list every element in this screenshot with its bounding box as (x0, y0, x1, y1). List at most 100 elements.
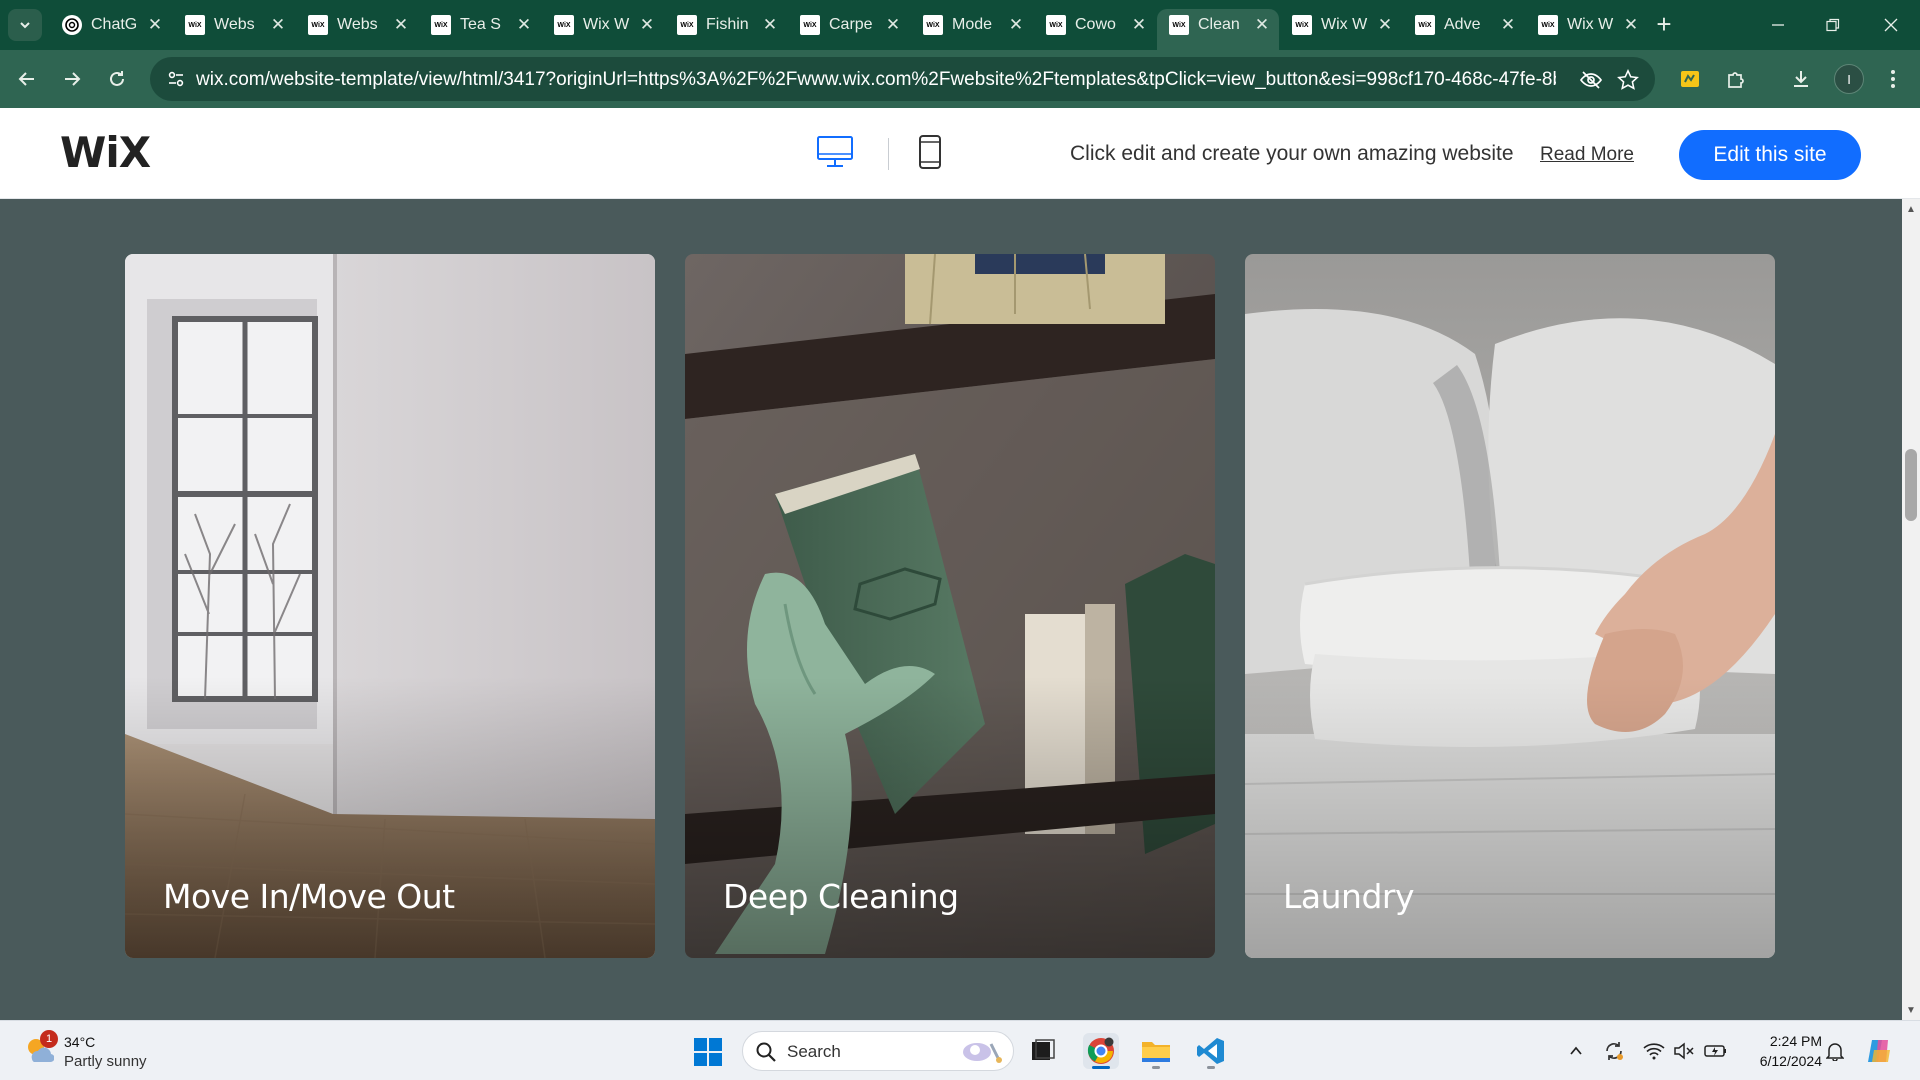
edit-site-button[interactable]: Edit this site (1679, 130, 1861, 180)
extensions-puzzle-icon[interactable] (1720, 63, 1752, 95)
close-tab-icon[interactable]: ✕ (1007, 15, 1025, 34)
close-tab-icon[interactable]: ✕ (1253, 15, 1271, 34)
browser-tab[interactable]: WiX Fishin ✕ (665, 9, 787, 41)
scroll-up-icon[interactable]: ▲ (1902, 201, 1920, 217)
chrome-taskbar-button[interactable] (1083, 1033, 1119, 1069)
scroll-down-icon[interactable]: ▼ (1902, 1002, 1920, 1018)
search-highlight-icon (963, 1043, 1002, 1063)
weather-widget[interactable]: 1 34°C Partly sunny (22, 1029, 182, 1073)
mobile-icon (919, 135, 941, 169)
close-window-button[interactable] (1869, 8, 1913, 42)
wix-icon: WiX (554, 15, 574, 35)
close-tab-icon[interactable]: ✕ (1499, 15, 1517, 34)
tracking-protection-icon[interactable] (1578, 67, 1604, 93)
url-text[interactable]: wix.com/website-template/view/html/3417?… (196, 69, 1556, 91)
forward-button[interactable] (56, 63, 88, 95)
browser-tab[interactable]: WiX Carpe ✕ (788, 9, 910, 41)
wix-logo[interactable]: WiX (60, 128, 151, 177)
minimize-icon (1772, 24, 1784, 26)
arrow-left-icon (18, 72, 34, 86)
wix-icon: WiX (1169, 15, 1189, 35)
service-card-move-in-out[interactable]: Move In/Move Out (125, 254, 655, 958)
browser-tab[interactable]: WiX Wix W ✕ (542, 9, 664, 41)
browser-tab[interactable]: WiX Cowo ✕ (1034, 9, 1156, 41)
close-tab-icon[interactable]: ✕ (1376, 15, 1394, 34)
close-tab-icon[interactable]: ✕ (761, 15, 779, 34)
bookmark-star-icon[interactable] (1615, 67, 1641, 93)
browser-tab[interactable]: WiX Tea S ✕ (419, 9, 541, 41)
more-menu-icon[interactable] (1877, 63, 1909, 95)
wix-icon: WiX (185, 15, 205, 35)
close-tab-icon[interactable]: ✕ (638, 15, 656, 34)
browser-tab[interactable]: WiX Wix W ✕ (1280, 9, 1402, 41)
notifications-button[interactable] (1823, 1039, 1847, 1063)
notification-badge: 1 (40, 1030, 58, 1048)
wix-icon: WiX (431, 15, 451, 35)
browser-tab[interactable]: WiX Adve ✕ (1403, 9, 1525, 41)
task-view-icon (1032, 1039, 1055, 1060)
service-title: Deep Cleaning (723, 877, 959, 916)
tab-title: Adve (1444, 16, 1481, 33)
address-bar[interactable]: wix.com/website-template/view/html/3417?… (150, 57, 1655, 101)
system-clock[interactable]: 2:24 PM 6/12/2024 (1738, 1031, 1822, 1071)
tab-title: Webs (214, 16, 255, 33)
windows-start-icon[interactable] (693, 1037, 723, 1067)
new-tab-button[interactable]: + (1650, 11, 1678, 39)
tab-title: Webs (337, 16, 378, 33)
copilot-button[interactable] (1864, 1036, 1894, 1066)
read-more-link[interactable]: Read More (1540, 144, 1634, 166)
tab-title: Wix W (1567, 16, 1614, 33)
mobile-view-button[interactable] (908, 130, 952, 174)
browser-tab[interactable]: WiX Webs ✕ (296, 9, 418, 41)
minimize-button[interactable] (1756, 8, 1800, 42)
close-tab-icon[interactable]: ✕ (884, 15, 902, 34)
site-info-icon[interactable] (162, 65, 190, 93)
desktop-icon (817, 136, 853, 167)
browser-tab[interactable]: WiX Mode ✕ (911, 9, 1033, 41)
desktop-view-button[interactable] (813, 130, 857, 174)
file-explorer-button[interactable] (1138, 1033, 1174, 1069)
extension-norton-icon[interactable] (1674, 63, 1706, 95)
search-placeholder: Search (787, 1042, 841, 1061)
tab-search-button[interactable] (8, 9, 42, 41)
profile-avatar[interactable]: I (1834, 64, 1864, 94)
close-tab-icon[interactable]: ✕ (269, 15, 287, 34)
close-tab-icon[interactable]: ✕ (146, 15, 164, 34)
page-scrollbar[interactable]: ▲ ▼ (1902, 199, 1920, 1020)
browser-tab[interactable]: ChatG ✕ (50, 9, 172, 41)
wix-icon: WiX (308, 15, 328, 35)
battery-charging-icon (1704, 1045, 1726, 1057)
browser-tab[interactable]: WiX Wix W ✕ (1526, 9, 1648, 41)
service-card-laundry[interactable]: Laundry (1245, 254, 1775, 958)
sync-tray-icon[interactable] (1602, 1039, 1626, 1063)
browser-tab[interactable]: WiX Webs ✕ (173, 9, 295, 41)
volume-muted-icon (1674, 1042, 1694, 1060)
scrollbar-thumb[interactable] (1905, 449, 1917, 521)
sync-icon (1606, 1042, 1623, 1060)
show-hidden-icons-button[interactable] (1564, 1039, 1588, 1063)
reload-button[interactable] (101, 63, 133, 95)
close-tab-icon[interactable]: ✕ (392, 15, 410, 34)
back-button[interactable] (11, 63, 43, 95)
restore-button[interactable] (1811, 8, 1855, 42)
volume-tray-icon[interactable] (1672, 1039, 1696, 1063)
close-tab-icon[interactable]: ✕ (515, 15, 533, 34)
vscode-button[interactable] (1193, 1033, 1229, 1069)
gloved-hand-book-photo (685, 254, 1215, 958)
service-card-deep-cleaning[interactable]: Deep Cleaning (685, 254, 1215, 958)
tab-strip: ChatG ✕ WiX Webs ✕ WiX Webs ✕ WiX Tea S ✕ WiX Wix W ✕… (0, 0, 1920, 50)
browser-toolbar: wix.com/website-template/view/html/3417?… (0, 50, 1920, 108)
task-view-button[interactable] (1025, 1033, 1061, 1069)
tab-title: Mode (952, 16, 993, 33)
wix-icon: WiX (677, 15, 697, 35)
wifi-tray-icon[interactable] (1642, 1039, 1666, 1063)
close-tab-icon[interactable]: ✕ (1130, 15, 1148, 34)
wifi-icon (1643, 1043, 1665, 1060)
download-icon[interactable] (1785, 63, 1817, 95)
browser-tab[interactable]: WiX Clean ✕ (1157, 9, 1279, 50)
taskbar-search[interactable]: Search (742, 1031, 1014, 1071)
battery-tray-icon[interactable] (1704, 1039, 1728, 1063)
close-tab-icon[interactable]: ✕ (1622, 15, 1640, 34)
tab-title: Fishin (706, 16, 749, 33)
tab-title: Wix W (583, 16, 630, 33)
